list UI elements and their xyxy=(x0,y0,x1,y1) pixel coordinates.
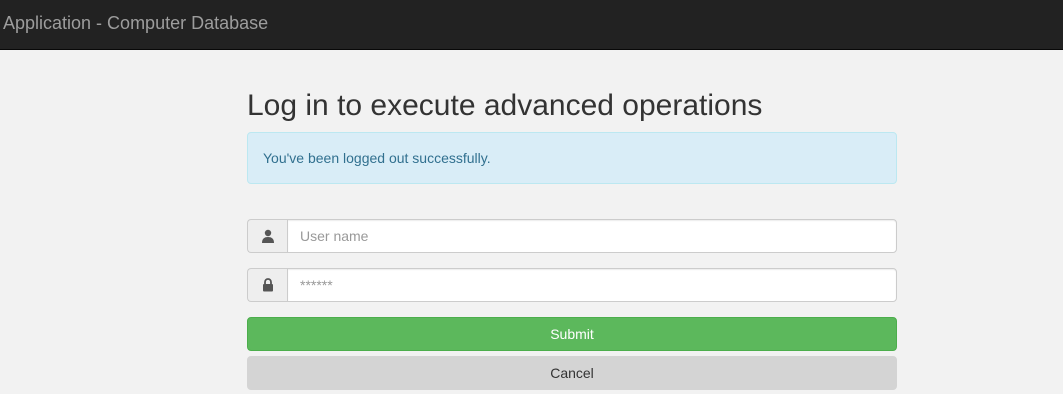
password-field[interactable] xyxy=(287,268,897,302)
logout-alert: You've been logged out successfully. xyxy=(247,132,897,184)
username-input-group xyxy=(247,219,897,253)
user-icon xyxy=(247,219,287,253)
page-title: Log in to execute advanced operations xyxy=(247,89,763,122)
submit-button[interactable]: Submit xyxy=(247,317,897,351)
navbar: Application - Computer Database xyxy=(0,0,1063,50)
lock-icon xyxy=(247,268,287,302)
username-field[interactable] xyxy=(287,219,897,253)
password-input-group xyxy=(247,268,897,302)
alert-message: You've been logged out successfully. xyxy=(263,150,491,166)
cancel-button[interactable]: Cancel xyxy=(247,356,897,390)
brand-link[interactable]: Application - Computer Database xyxy=(3,13,268,33)
